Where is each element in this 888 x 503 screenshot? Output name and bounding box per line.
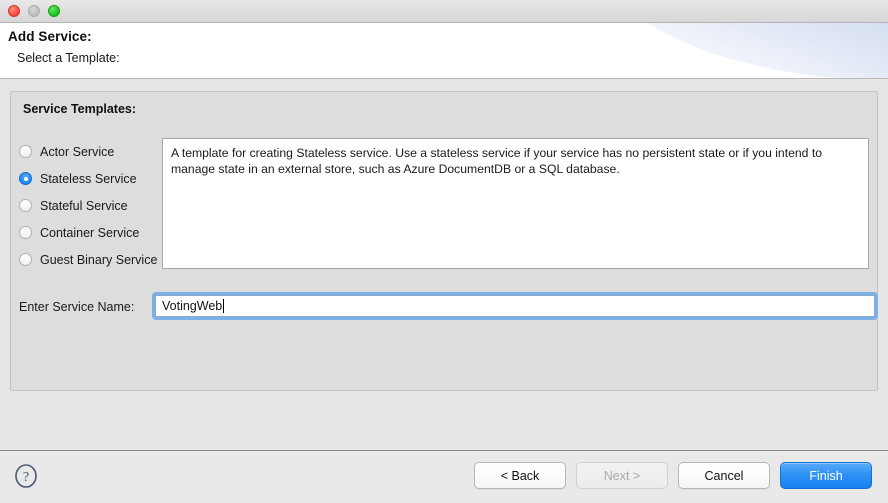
template-option-label: Stateful Service — [40, 198, 128, 213]
service-name-value: VotingWeb — [162, 299, 223, 313]
help-icon[interactable]: ? — [14, 463, 38, 489]
next-button: Next > — [576, 462, 668, 489]
template-description-text: A template for creating Stateless servic… — [171, 146, 822, 176]
service-name-row: Enter Service Name: VotingWeb — [11, 292, 878, 324]
template-radio-group[interactable]: Actor Service Stateless Service Stateful… — [19, 138, 159, 273]
template-description-box: A template for creating Stateless servic… — [162, 138, 869, 269]
template-option-label: Stateless Service — [40, 171, 137, 186]
footer-button-group: < Back Next > Cancel Finish — [474, 462, 872, 489]
radio-icon[interactable] — [19, 253, 32, 266]
page-subtitle: Select a Template: — [17, 51, 120, 65]
service-name-input-focus-ring: VotingWeb — [152, 292, 878, 320]
template-option-stateful-service[interactable]: Stateful Service — [19, 192, 159, 219]
dialog-header: Add Service: Select a Template: — [0, 23, 888, 79]
radio-icon[interactable] — [19, 199, 32, 212]
cancel-button[interactable]: Cancel — [678, 462, 770, 489]
service-templates-panel: Service Templates: Actor Service Statele… — [10, 91, 878, 391]
template-option-container-service[interactable]: Container Service — [19, 219, 159, 246]
add-service-dialog: Add Service: Select a Template: Service … — [0, 0, 888, 503]
page-title: Add Service: — [8, 29, 92, 44]
header-decoration-swoosh — [598, 23, 888, 78]
radio-icon-selected[interactable] — [19, 172, 32, 185]
zoom-button[interactable] — [48, 5, 60, 17]
service-name-input[interactable]: VotingWeb — [155, 295, 875, 317]
template-option-stateless-service[interactable]: Stateless Service — [19, 165, 159, 192]
dialog-body: Service Templates: Actor Service Statele… — [0, 79, 888, 450]
template-option-label: Container Service — [40, 225, 140, 240]
dialog-footer: ? < Back Next > Cancel Finish — [0, 450, 888, 503]
radio-icon[interactable] — [19, 145, 32, 158]
minimize-button[interactable] — [28, 5, 40, 17]
text-caret — [223, 299, 225, 313]
window-titlebar — [0, 0, 888, 23]
back-button[interactable]: < Back — [474, 462, 566, 489]
finish-button[interactable]: Finish — [780, 462, 872, 489]
close-button[interactable] — [8, 5, 20, 17]
window-controls — [8, 5, 60, 17]
svg-text:?: ? — [23, 470, 29, 485]
template-option-actor-service[interactable]: Actor Service — [19, 138, 159, 165]
template-option-label: Actor Service — [40, 144, 115, 159]
radio-icon[interactable] — [19, 226, 32, 239]
template-option-label: Guest Binary Service — [40, 252, 158, 267]
panel-title: Service Templates: — [23, 102, 137, 116]
service-name-label: Enter Service Name: — [19, 300, 135, 314]
template-option-guest-binary-service[interactable]: Guest Binary Service — [19, 246, 159, 273]
